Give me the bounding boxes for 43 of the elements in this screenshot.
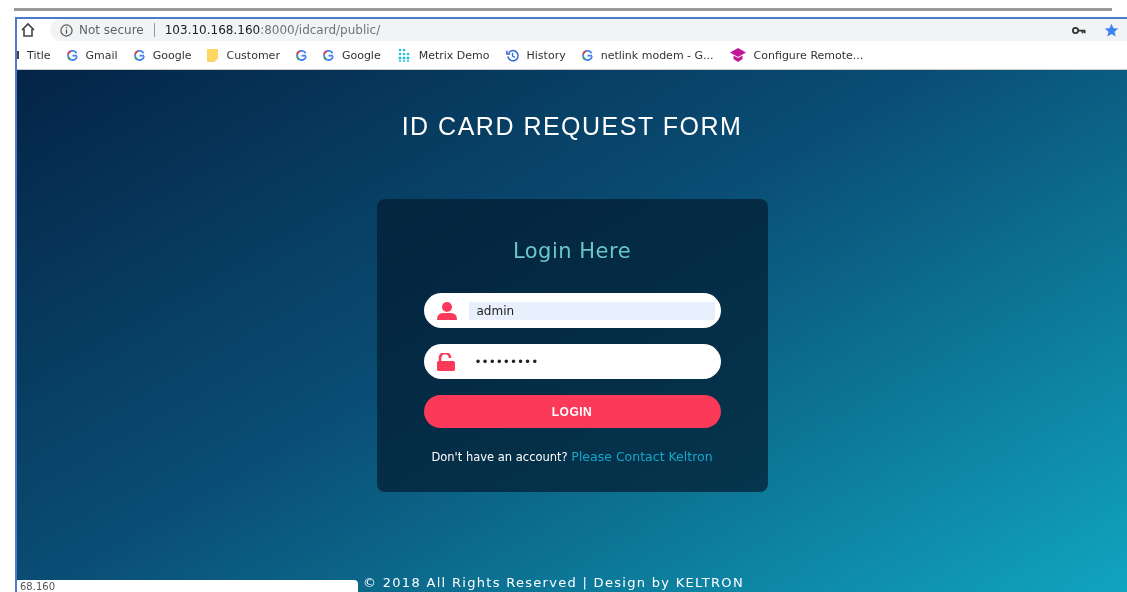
bookmark[interactable]: Configure Remote... <box>729 48 864 62</box>
bookmark-label: Customer <box>226 48 280 62</box>
bookmark[interactable]: Google <box>322 48 381 62</box>
info-icon <box>60 23 73 37</box>
history-icon <box>505 48 519 62</box>
page-title: ID CARD REQUEST FORM <box>401 112 743 141</box>
g-logo-icon <box>66 49 78 61</box>
bookmark[interactable]: Google <box>133 48 192 62</box>
note-icon <box>207 48 219 62</box>
bookmark[interactable]: Gmail <box>66 48 118 62</box>
dots-icon <box>396 48 411 62</box>
g-logo-icon <box>322 49 334 61</box>
home-icon[interactable] <box>20 22 36 38</box>
url-text: 103.10.168.160:8000/idcard/public/ <box>164 23 381 37</box>
bookmark-label: History <box>526 48 566 62</box>
password-field[interactable]: ••••••••• <box>423 344 721 379</box>
bookmark-label: Gmail <box>85 48 118 62</box>
contact-link[interactable]: Please Contact Keltron <box>571 449 713 464</box>
key-icon[interactable] <box>1072 25 1086 35</box>
bookmark[interactable]: Metrix Demo <box>396 48 490 62</box>
username-field[interactable]: admin <box>423 293 721 328</box>
account-prompt: Don't have an account? <box>431 450 568 464</box>
star-icon[interactable] <box>1104 22 1119 38</box>
footer-text: © 2018 All Rights Reserved | Design by KELTRON <box>363 575 744 590</box>
bookmark[interactable]: Customer <box>207 48 280 62</box>
security-label: Not secure <box>79 23 144 37</box>
g-logo-icon <box>133 49 145 61</box>
bookmark-label: Google <box>341 48 381 62</box>
user-icon <box>436 301 457 320</box>
bookmark-label: Metrix Demo <box>418 48 490 62</box>
address-bar[interactable]: Not secure 103.10.168.160:8000/idcard/public/ <box>50 19 1127 41</box>
login-button[interactable]: LOGIN <box>423 395 721 428</box>
bookmark[interactable]: Title <box>27 48 51 62</box>
login-heading: Login Here <box>512 239 632 263</box>
graduation-cap-icon <box>729 48 746 62</box>
status-bubble: 68.160 <box>17 580 358 592</box>
bookmark-label: Google <box>152 48 192 62</box>
bookmark-label: Configure Remote... <box>753 48 864 62</box>
g-logo-icon <box>581 49 593 61</box>
bookmark[interactable] <box>295 49 307 61</box>
unlock-icon <box>436 352 455 371</box>
bookmark[interactable]: History <box>505 48 566 62</box>
g-logo-icon <box>295 49 307 61</box>
